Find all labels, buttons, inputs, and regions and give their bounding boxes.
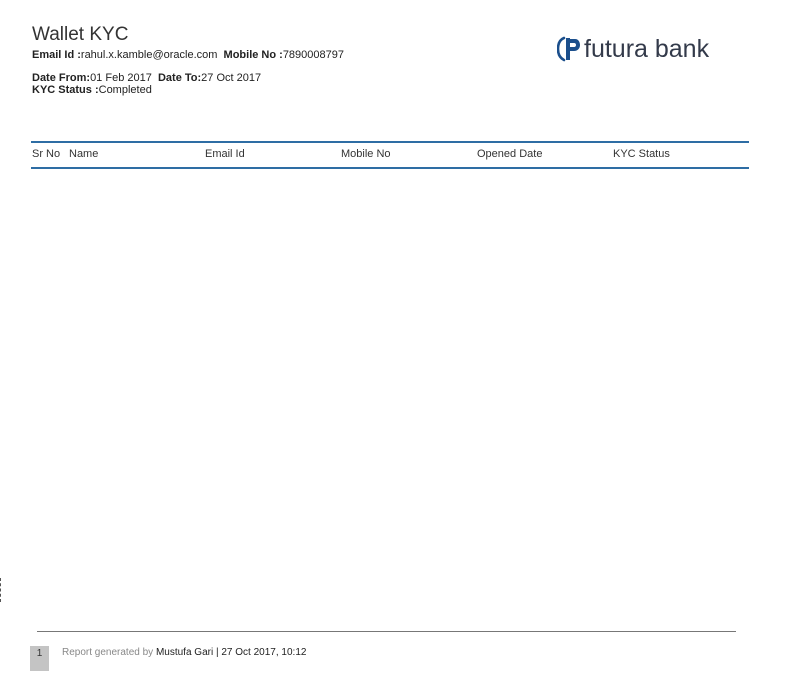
column-header-kyc-status: KYC Status — [613, 148, 670, 160]
kyc-table-header: Sr No Name Email Id Mobile No Opened Dat… — [31, 141, 749, 169]
date-from-value: 01 Feb 2017 — [90, 72, 152, 84]
brand-logo: futura bank — [557, 33, 709, 65]
column-header-mobile-no: Mobile No — [341, 148, 391, 160]
brand-name: futura bank — [584, 34, 710, 63]
date-to-label: Date To: — [157, 72, 202, 84]
column-header-email-id: Email Id — [205, 148, 245, 160]
generated-by-user: Mustufa Gari — [155, 647, 214, 658]
page-edge-marker — [0, 578, 2, 602]
column-header-sr-no: Sr No — [32, 148, 61, 160]
date-to-value: 27 Oct 2017 — [201, 72, 262, 84]
futura-logo-icon — [557, 36, 580, 62]
report-contact-line: Email Id :rahul.x.kamble@oracle.com Mobi… — [32, 49, 344, 61]
report-kyc-status-line: KYC Status :Completed — [32, 84, 152, 96]
column-header-name: Name — [69, 148, 99, 160]
report-title: Wallet KYC — [32, 24, 129, 45]
mobile-value: 7890008797 — [282, 49, 344, 61]
mobile-label: Mobile No : — [223, 49, 283, 61]
report-generated-info: Report generated by Mustufa Gari | 27 Oc… — [62, 647, 306, 658]
column-header-opened-date: Opened Date — [477, 148, 543, 160]
page-number: 1 — [30, 646, 49, 671]
footer-divider — [37, 631, 736, 632]
kyc-status-label: KYC Status : — [32, 84, 99, 96]
kyc-status-value: Completed — [98, 84, 152, 96]
generated-by-label: Report generated by — [62, 647, 154, 658]
generated-timestamp: 27 Oct 2017, 10:12 — [221, 647, 307, 658]
date-from-label: Date From: — [32, 72, 91, 84]
report-date-range-line: Date From:01 Feb 2017 Date To:27 Oct 201… — [32, 72, 261, 84]
footer-separator: | — [215, 647, 219, 658]
email-label: Email Id : — [32, 49, 81, 61]
email-value: rahul.x.kamble@oracle.com — [80, 49, 218, 61]
